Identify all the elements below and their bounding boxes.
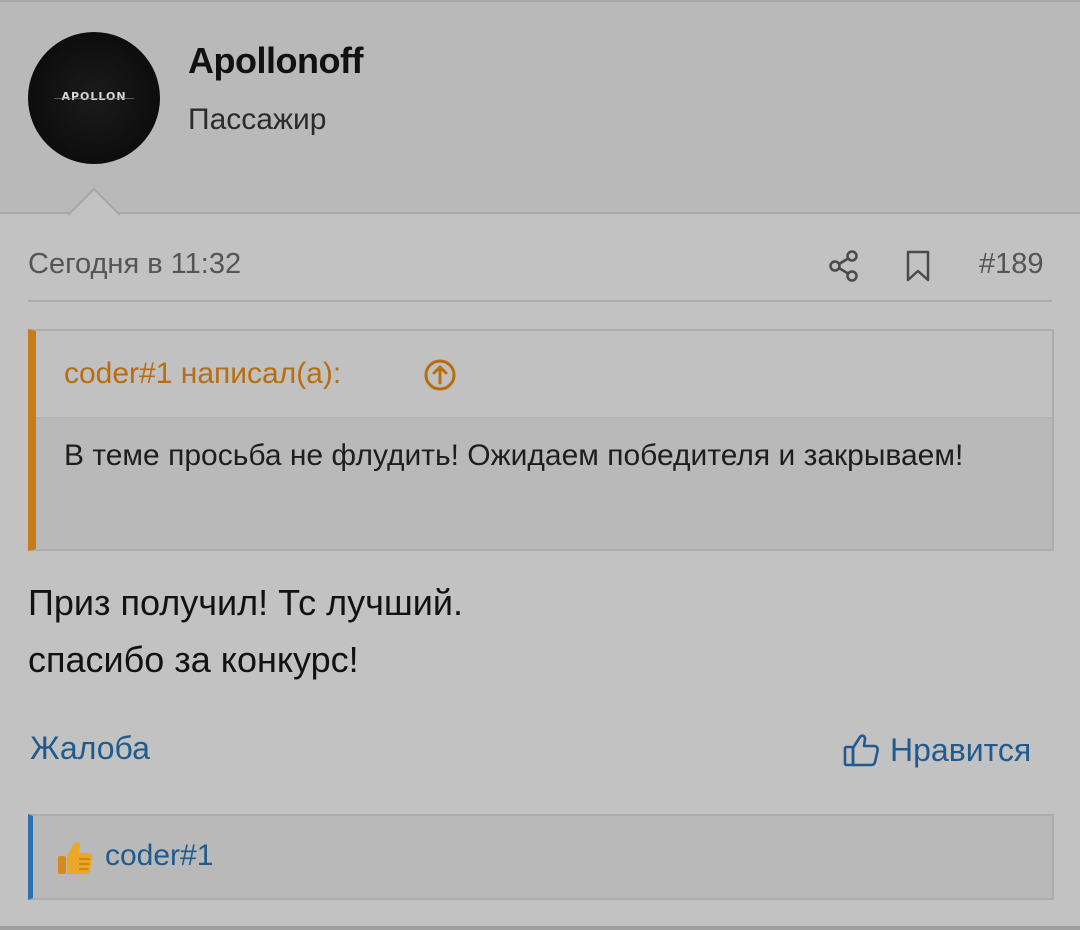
post-message: Приз получил! Тс лучший. спасибо за конк… (28, 574, 1048, 688)
report-link[interactable]: Жалоба (30, 730, 150, 767)
meta-divider (28, 300, 1052, 302)
like-button[interactable]: Нравится (842, 728, 1031, 772)
likes-summary: coder#1 (28, 814, 1054, 900)
forum-post: APOLLON Apollonoff Пассажир Сегодня в 11… (0, 0, 1080, 930)
thumbs-up-emoji-icon (58, 842, 93, 874)
quote-header: coder#1 написал(а): (36, 331, 1052, 418)
quote-text: В теме просьба не флудить! Ожидаем побед… (64, 439, 964, 472)
bookmark-icon[interactable] (900, 248, 936, 284)
author-role: Пассажир (188, 103, 327, 136)
post-number[interactable]: #189 (979, 248, 1044, 281)
quote-author[interactable]: coder#1 написал(а): (64, 357, 341, 391)
post-author-header: APOLLON Apollonoff Пассажир (0, 2, 1080, 214)
avatar-logo: APOLLON (61, 90, 127, 103)
bottom-divider (0, 926, 1080, 930)
message-line: Приз получил! Тс лучший. (28, 582, 463, 623)
share-icon[interactable] (826, 248, 862, 284)
post-date[interactable]: Сегодня в 11:32 (28, 248, 241, 281)
liker-link[interactable]: coder#1 (105, 839, 213, 873)
message-line: спасибо за конкурс! (28, 639, 359, 680)
arrow-up-circle-icon[interactable] (423, 358, 457, 392)
author-name[interactable]: Apollonoff (188, 40, 363, 82)
quote-block: coder#1 написал(а): В теме просьба не фл… (28, 329, 1054, 551)
thumbs-up-icon (843, 734, 879, 767)
avatar[interactable]: APOLLON (28, 32, 160, 164)
avatar-logo-line (54, 98, 134, 99)
like-label: Нравится (890, 731, 1032, 768)
